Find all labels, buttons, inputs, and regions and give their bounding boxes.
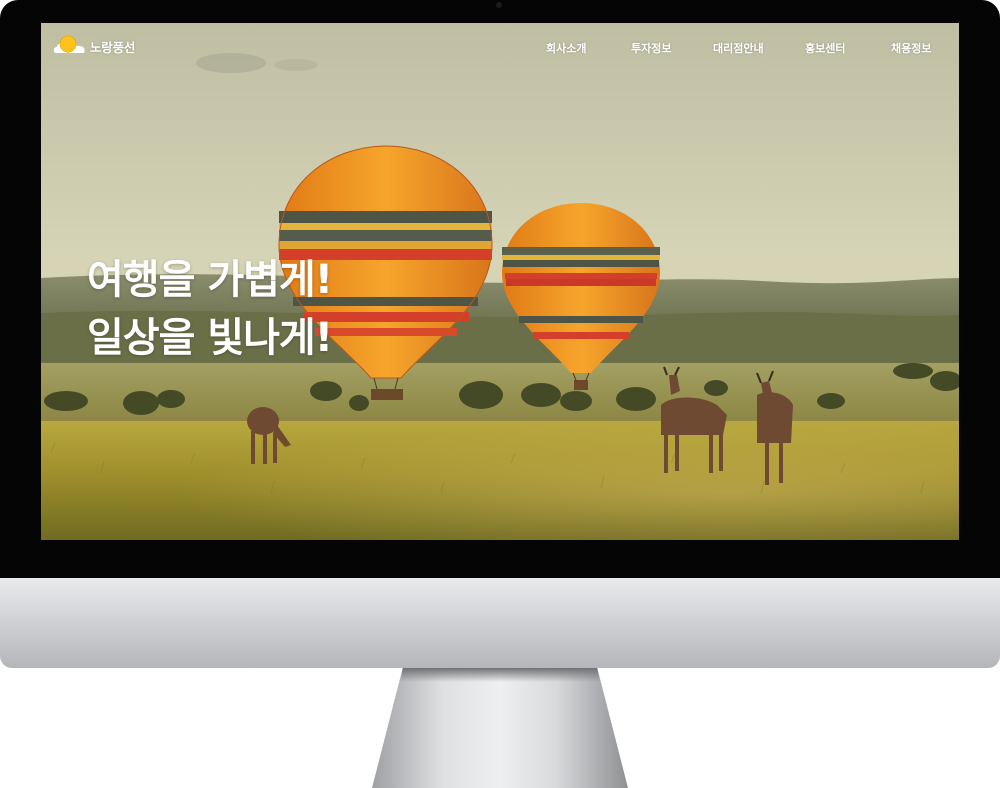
monitor-screen: 노랑풍선 회사소개 투자정보 대리점안내 홍보센터 채용정보 여행을 가볍게! … [41,23,959,540]
nav-item-careers[interactable]: 채용정보 [891,40,931,56]
balloon-cloud-logo-icon [53,35,85,55]
site-logo[interactable]: 노랑풍선 [53,35,135,57]
nav-item-agency[interactable]: 대리점안내 [713,40,764,56]
webcam-icon [496,2,502,8]
hero-headline: 여행을 가볍게! 일상을 빛나게! [87,251,333,367]
nav-item-pr-center[interactable]: 홍보센터 [805,40,845,56]
logo-text: 노랑풍선 [90,39,136,55]
nav-item-investment[interactable]: 투자정보 [631,40,671,56]
hero-line-2: 일상을 빛나게! [87,315,333,361]
monitor-chin [0,578,1000,668]
monitor-stand-shadow [400,668,600,682]
nav-item-company[interactable]: 회사소개 [546,40,586,56]
monitor-stand [372,668,628,788]
hero-line-1: 여행을 가볍게! [87,257,333,303]
site-header: 노랑풍선 회사소개 투자정보 대리점안내 홍보센터 채용정보 [41,23,959,73]
